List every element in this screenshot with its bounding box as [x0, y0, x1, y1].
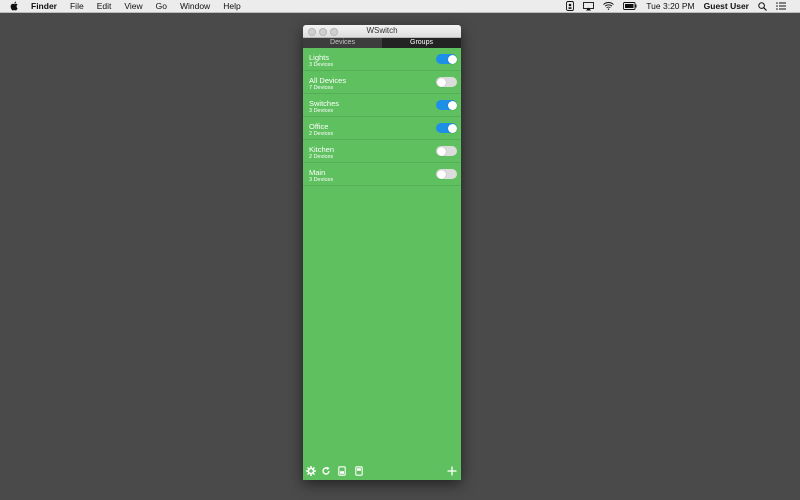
device-alt-icon[interactable] — [354, 466, 364, 476]
group-device-count: 2 Devices — [309, 131, 334, 137]
wswitch-menu-icon[interactable] — [566, 1, 575, 11]
group-device-count: 3 Devices — [309, 108, 334, 114]
toggle-knob — [447, 54, 457, 64]
group-row-switches[interactable]: Switches 3 Devices — [303, 94, 461, 117]
tab-groups[interactable]: Groups — [382, 38, 461, 48]
menu-window[interactable]: Window — [180, 0, 210, 12]
group-row-all-devices[interactable]: All Devices 7 Devices — [303, 71, 461, 94]
group-name: Switches — [309, 99, 340, 108]
toggle-knob — [436, 169, 446, 179]
toggle-knob — [447, 123, 457, 133]
group-name: Main — [309, 168, 326, 177]
menu-view[interactable]: View — [124, 0, 142, 12]
menu-go[interactable]: Go — [156, 0, 167, 12]
airplay-icon[interactable] — [583, 1, 595, 11]
minimize-button[interactable] — [319, 28, 327, 36]
bottom-toolbar — [303, 466, 461, 478]
toggle-knob — [436, 146, 446, 156]
group-device-count: 2 Devices — [309, 154, 334, 160]
window-title: WSwitch — [366, 26, 398, 35]
group-name: Office — [309, 122, 329, 131]
battery-icon[interactable] — [623, 2, 637, 10]
group-device-count: 3 Devices — [309, 62, 334, 68]
group-device-count: 3 Devices — [309, 177, 334, 183]
apple-logo-icon[interactable] — [10, 1, 19, 11]
menu-user[interactable]: Guest User — [704, 0, 749, 12]
group-toggle[interactable] — [436, 123, 457, 133]
notification-center-icon[interactable] — [776, 2, 786, 10]
group-toggle[interactable] — [436, 100, 457, 110]
group-toggle[interactable] — [436, 169, 457, 179]
search-icon[interactable] — [758, 1, 767, 11]
tab-devices[interactable]: Devices — [303, 38, 382, 48]
zoom-button[interactable] — [330, 28, 338, 36]
group-row-lights[interactable]: Lights 3 Devices — [303, 48, 461, 71]
group-row-main[interactable]: Main 3 Devices — [303, 163, 461, 186]
toggle-knob — [436, 77, 446, 87]
group-name: Lights — [309, 53, 330, 62]
menu-clock[interactable]: Tue 3:20 PM — [646, 0, 694, 12]
window-titlebar[interactable]: WSwitch — [303, 25, 461, 38]
menu-help[interactable]: Help — [223, 0, 240, 12]
gear-icon[interactable] — [306, 466, 316, 476]
toggle-knob — [447, 100, 457, 110]
menu-app-name[interactable]: Finder — [31, 0, 57, 12]
group-toggle[interactable] — [436, 54, 457, 64]
groups-list: Lights 3 Devices All Devices 7 Devices S… — [303, 48, 461, 186]
plus-icon[interactable] — [447, 466, 457, 476]
wswitch-window: WSwitch Devices Groups Lights 3 Devices … — [303, 25, 461, 480]
window-controls — [308, 28, 341, 36]
refresh-icon[interactable] — [321, 466, 331, 476]
wifi-icon[interactable] — [603, 2, 615, 10]
close-button[interactable] — [308, 28, 316, 36]
menu-file[interactable]: File — [70, 0, 84, 12]
group-toggle[interactable] — [436, 77, 457, 87]
group-row-office[interactable]: Office 2 Devices — [303, 117, 461, 140]
device-icon[interactable] — [337, 466, 347, 476]
group-toggle[interactable] — [436, 146, 457, 156]
menu-edit[interactable]: Edit — [97, 0, 112, 12]
group-device-count: 7 Devices — [309, 85, 334, 91]
group-row-kitchen[interactable]: Kitchen 2 Devices — [303, 140, 461, 163]
group-name: All Devices — [309, 76, 347, 85]
view-segmented-control: Devices Groups — [303, 38, 461, 48]
group-name: Kitchen — [309, 145, 335, 154]
menu-bar: Finder File Edit View Go Window Help Tue… — [0, 0, 800, 13]
